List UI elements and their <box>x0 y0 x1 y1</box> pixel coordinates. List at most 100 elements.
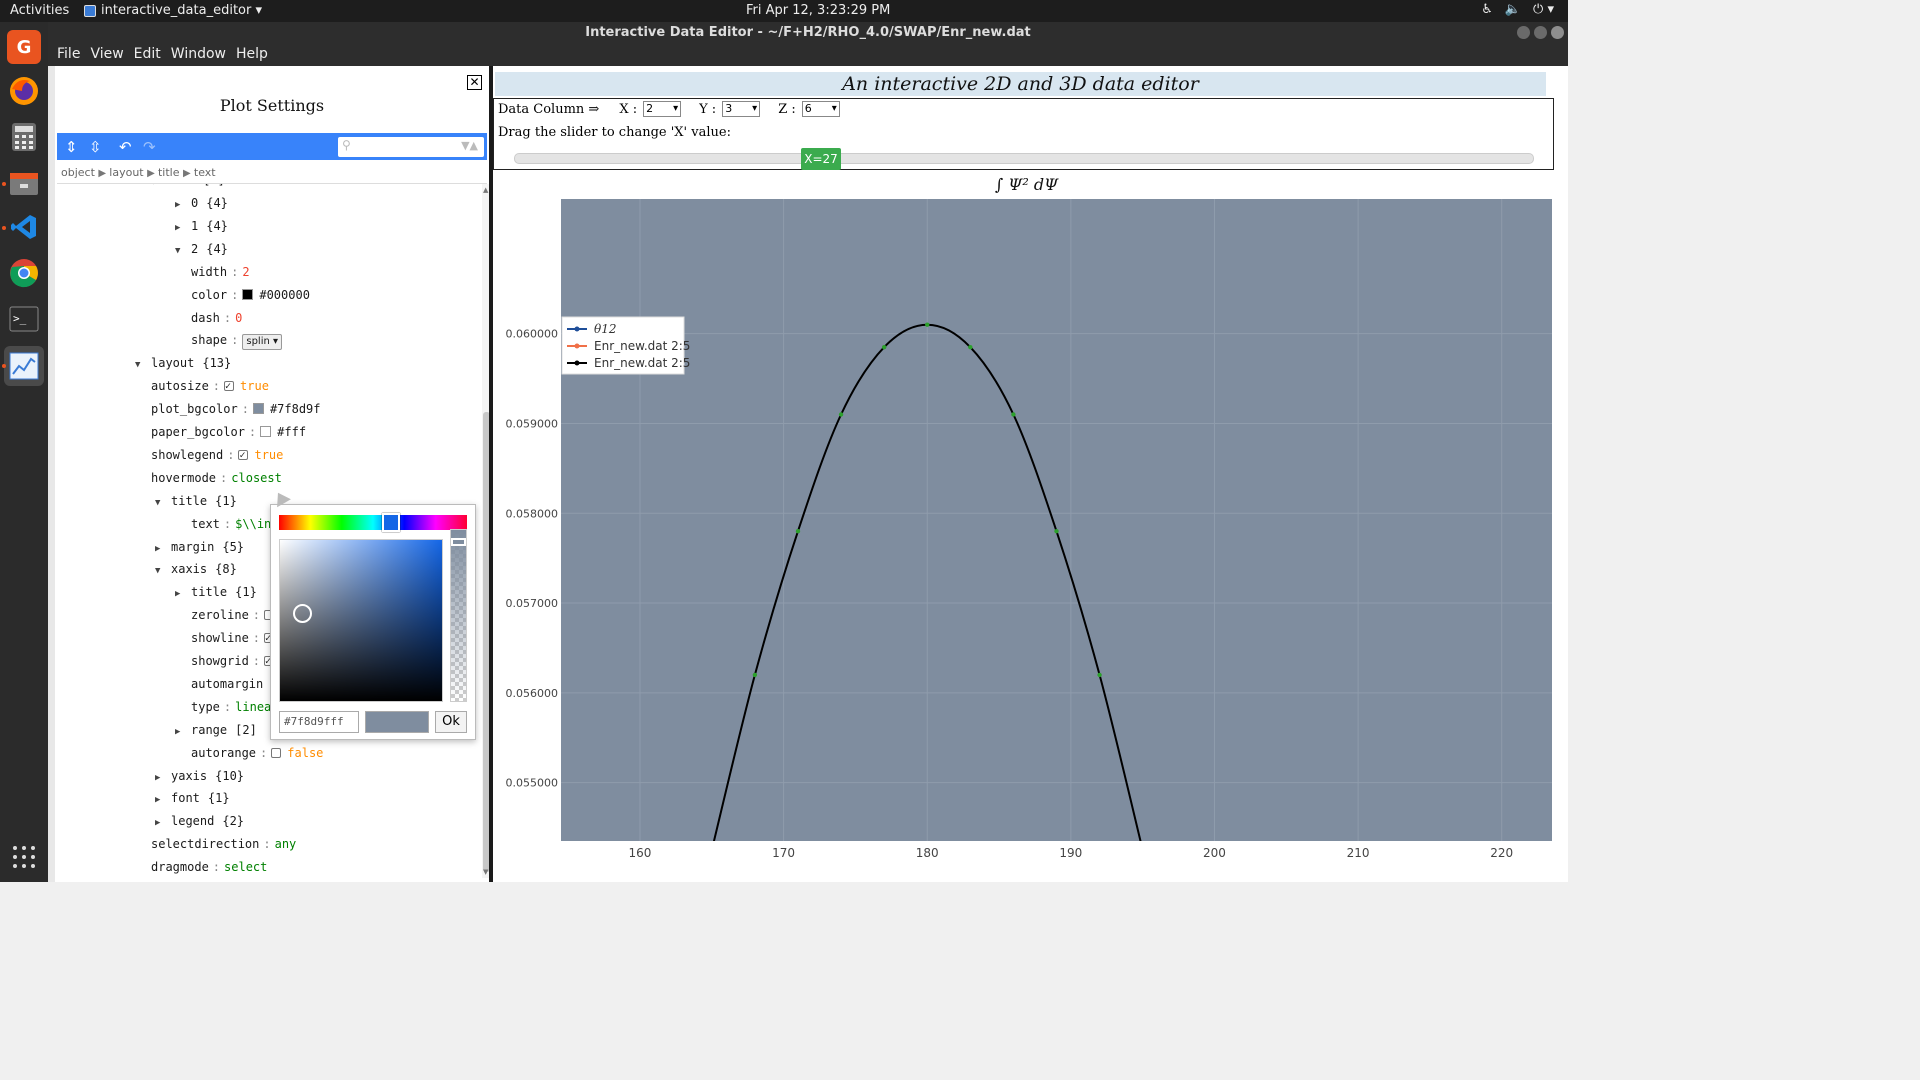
menu-edit[interactable]: Edit <box>129 44 166 66</box>
slider-handle[interactable]: X=27 <box>801 148 841 170</box>
checkbox[interactable] <box>224 377 235 397</box>
tree-row[interactable]: width:2 <box>191 262 250 282</box>
tree-row[interactable]: ▶ font {1} <box>155 788 230 808</box>
expand-toggle-icon[interactable]: ▶ <box>175 584 191 604</box>
tree-value[interactable]: true <box>240 379 269 393</box>
expand-toggle-icon[interactable]: ▶ <box>175 218 191 238</box>
menu-window[interactable]: Window <box>166 44 231 66</box>
data-editor-icon[interactable] <box>4 346 44 386</box>
tree-row[interactable]: ▼ layout {13} <box>135 353 231 373</box>
color-handle[interactable] <box>293 604 312 623</box>
tree-value[interactable]: #000000 <box>259 288 310 302</box>
tree-row[interactable]: type: linear <box>191 697 279 717</box>
system-tray[interactable]: ♿ 🔈 ⏻ ▾ <box>1481 2 1554 17</box>
checkbox[interactable] <box>238 446 249 466</box>
x-value-slider[interactable] <box>514 153 1534 164</box>
expand-all-icon[interactable]: ⇕ <box>65 138 78 156</box>
tree-row[interactable]: autorange: false <box>191 743 323 763</box>
tree-row[interactable]: ▶ legend {2} <box>155 811 244 831</box>
menu-help[interactable]: Help <box>231 44 273 66</box>
expand-toggle-icon[interactable]: ▼ <box>155 561 171 581</box>
shape-select[interactable]: splin ▾ <box>242 334 283 351</box>
breadcrumb-item[interactable]: layout <box>109 166 143 179</box>
color-swatch[interactable] <box>252 403 264 415</box>
pdf-app-icon[interactable]: G <box>7 30 41 64</box>
tree-value[interactable]: true <box>254 448 283 462</box>
hue-slider[interactable] <box>279 513 467 532</box>
tree-row[interactable]: ▶ yaxis {10} <box>155 766 244 786</box>
breadcrumb-item[interactable]: title <box>158 166 180 179</box>
menu-view[interactable]: View <box>85 44 128 66</box>
search-nav-icon[interactable]: ▼▲ <box>461 139 478 152</box>
tree-row[interactable]: ▶ range [2] <box>175 720 257 740</box>
plot-area[interactable]: ∫ Ψ² dΨ 160 170 180 190 200 210 220 0.055000 0.05… <box>493 172 1568 882</box>
minimize-button[interactable] <box>1517 26 1530 39</box>
expand-toggle-icon[interactable]: ▶ <box>155 539 171 559</box>
tree-row[interactable]: showlegend:true <box>151 445 283 466</box>
tree-value[interactable]: false <box>287 746 323 760</box>
activities-button[interactable]: Activities <box>10 3 69 18</box>
app-grid-icon[interactable] <box>7 840 41 874</box>
hex-input[interactable]: #7f8d9fff <box>279 711 359 733</box>
close-panel-button[interactable]: ✕ <box>467 75 482 90</box>
expand-toggle-icon[interactable]: ▶ <box>155 768 171 788</box>
saturation-value-area[interactable] <box>279 539 443 702</box>
close-window-button[interactable] <box>1551 26 1564 39</box>
expand-toggle-icon[interactable]: ▶ <box>155 813 171 833</box>
tree-row[interactable]: hovermode: closest <box>151 468 282 488</box>
terminal-icon[interactable]: >_ <box>7 302 41 336</box>
menu-file[interactable]: File <box>52 44 85 66</box>
expand-toggle-icon[interactable]: ▼ <box>135 355 151 375</box>
tree-row[interactable]: ▼ title {1} <box>155 491 237 511</box>
color-swatch[interactable] <box>260 426 272 437</box>
tree-row[interactable]: ▶ 1 {4} <box>175 216 228 236</box>
tree-row[interactable]: ▶ title {1} <box>175 582 257 602</box>
expand-toggle-icon[interactable]: ▶ <box>175 722 191 742</box>
hue-handle[interactable] <box>382 513 400 532</box>
tree-value[interactable]: #7f8d9f <box>270 402 321 416</box>
checkbox[interactable] <box>271 747 282 758</box>
z-column-select[interactable]: 6 <box>801 101 840 117</box>
expand-toggle-icon[interactable]: ▶ <box>175 195 191 215</box>
redo-icon[interactable]: ↷ <box>143 138 156 156</box>
tree-row[interactable]: ▼ 2 {4} <box>175 239 228 259</box>
tree-row[interactable]: plot_bgcolor: #7f8d9f <box>151 399 321 419</box>
chrome-icon[interactable] <box>7 256 41 290</box>
tree-row[interactable]: selectdirection: any <box>151 834 296 854</box>
tree-value[interactable]: select <box>224 860 267 874</box>
firefox-icon[interactable] <box>7 74 41 108</box>
breadcrumb-item[interactable]: text <box>194 166 216 179</box>
tree-value[interactable]: any <box>275 837 297 851</box>
breadcrumb-item[interactable]: object <box>61 166 95 179</box>
alpha-handle[interactable] <box>451 538 466 546</box>
vscode-icon[interactable] <box>7 210 41 244</box>
y-column-select[interactable]: 3 <box>722 101 761 117</box>
tree-row[interactable]: color: #000000 <box>191 285 310 305</box>
tree-value[interactable]: 0 <box>235 311 242 325</box>
maximize-button[interactable] <box>1534 26 1547 39</box>
tree-row[interactable]: ▶ margin {5} <box>155 537 244 557</box>
expand-toggle-icon[interactable]: ▶ <box>155 790 171 810</box>
undo-icon[interactable]: ↶ <box>119 138 132 156</box>
tree-row[interactable]: text: $\\int <box>191 514 279 534</box>
tree-row[interactable]: dragmode: select <box>151 857 267 877</box>
alpha-slider[interactable] <box>450 529 467 702</box>
calculator-icon[interactable] <box>7 120 41 154</box>
tree-value[interactable]: 2 <box>242 265 249 279</box>
tree-value[interactable]: closest <box>231 471 282 485</box>
tree-value[interactable]: #fff <box>277 425 306 439</box>
expand-toggle-icon[interactable]: ▼ <box>175 241 191 261</box>
collapse-all-icon[interactable]: ⇳ <box>89 138 102 156</box>
tree-row[interactable]: shape: splin ▾ <box>191 330 283 351</box>
expand-toggle-icon[interactable]: ▼ <box>155 493 171 513</box>
tree-row[interactable]: dash:0 <box>191 308 242 328</box>
clock[interactable]: Fri Apr 12, 3:23:29 PM <box>746 3 890 18</box>
color-swatch[interactable] <box>242 288 254 300</box>
x-column-select[interactable]: 2 <box>643 101 682 117</box>
tree-row[interactable]: paper_bgcolor: #fff <box>151 422 306 442</box>
tree-row[interactable]: ▶ 0 {4} <box>175 193 228 213</box>
tree-row[interactable]: ▼ xaxis {8} <box>155 559 237 579</box>
app-menu[interactable]: interactive_data_editor ▾ <box>84 3 262 18</box>
ok-button[interactable]: Ok <box>435 711 467 733</box>
tree-row[interactable]: autosize:true <box>151 376 269 397</box>
